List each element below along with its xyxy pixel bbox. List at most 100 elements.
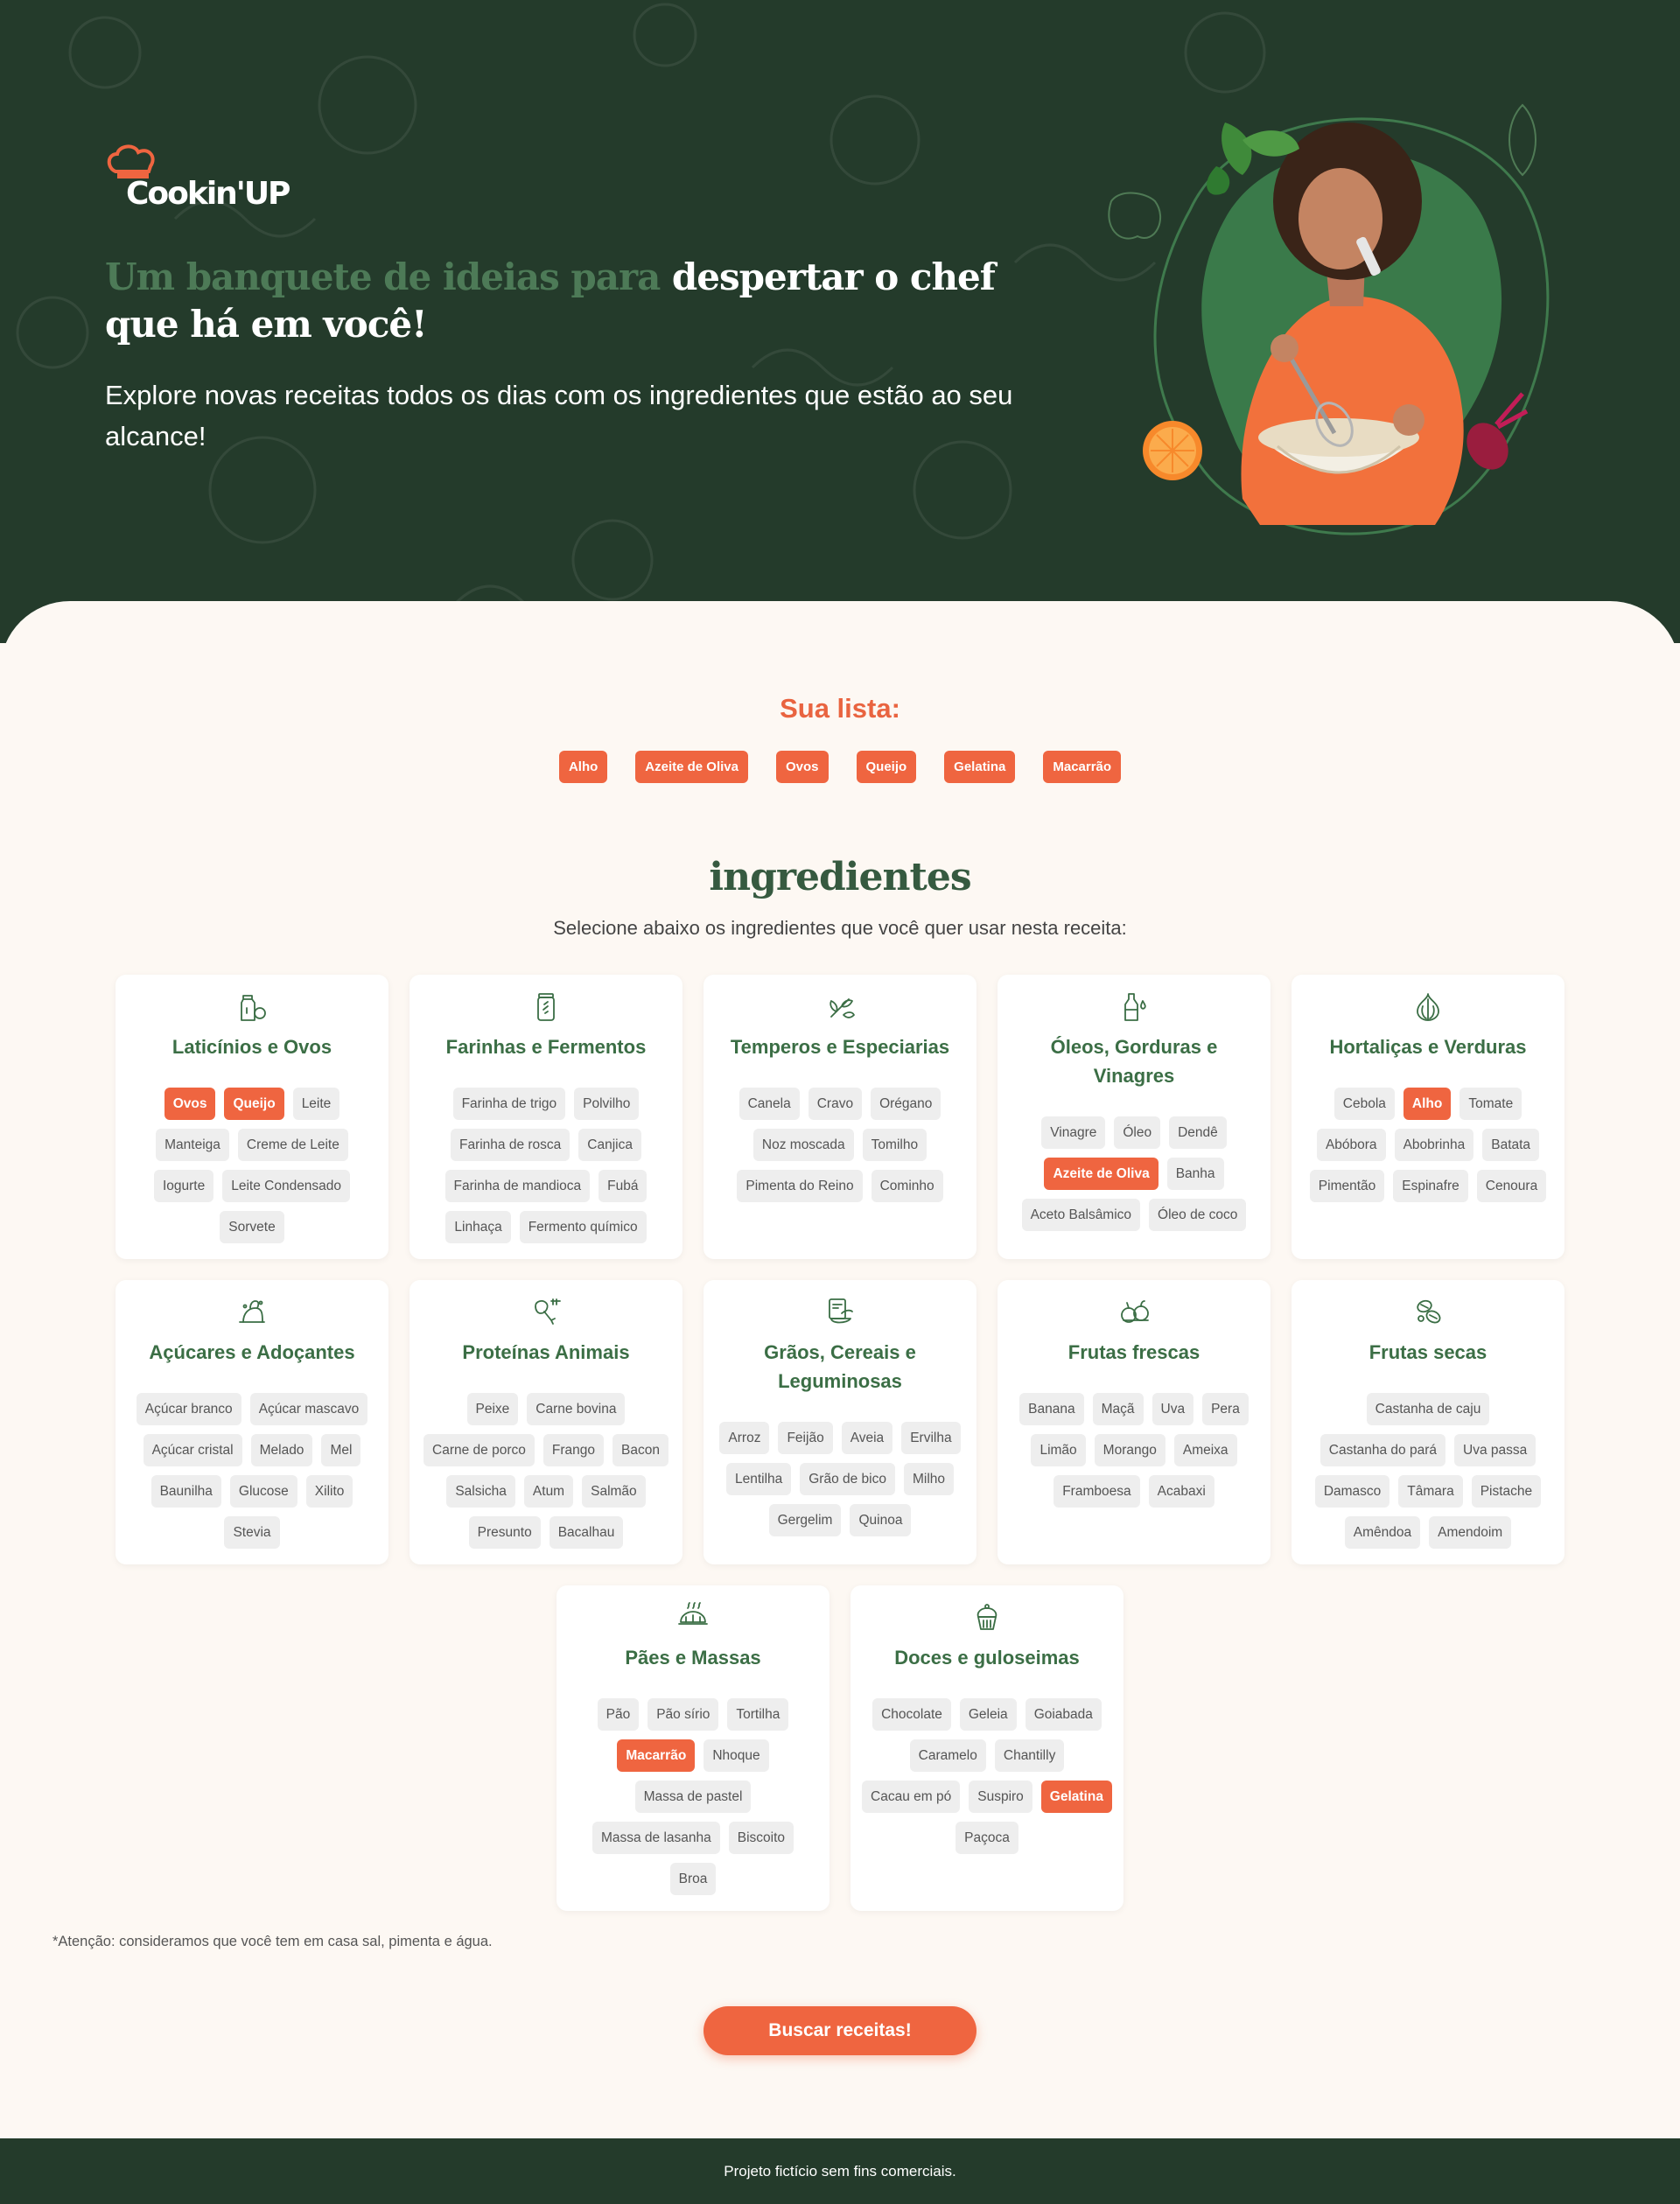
ingredient-chip[interactable]: Tortilha <box>727 1698 789 1731</box>
ingredient-chip[interactable]: Atum <box>523 1475 574 1508</box>
ingredient-chip[interactable]: Feijão <box>778 1422 833 1454</box>
ingredient-chip[interactable]: Grão de bico <box>800 1463 895 1495</box>
ingredient-chip[interactable]: Cenoura <box>1476 1170 1547 1202</box>
ingredient-chip[interactable]: Quinoa <box>850 1504 912 1536</box>
ingredient-chip[interactable]: Carne bovina <box>527 1393 626 1425</box>
ingredient-chip[interactable]: Amêndoa <box>1344 1516 1421 1549</box>
ingredient-chip[interactable]: Aveia <box>841 1422 893 1454</box>
ingredient-chip[interactable]: Dendê <box>1169 1116 1227 1149</box>
ingredient-chip[interactable]: Paçoca <box>956 1822 1018 1854</box>
ingredient-chip[interactable]: Banha <box>1166 1158 1224 1190</box>
logo[interactable]: Cookin'UP <box>105 142 290 212</box>
ingredient-chip[interactable]: Ovos <box>164 1088 216 1120</box>
ingredient-chip[interactable]: Farinha de trigo <box>452 1088 566 1120</box>
ingredient-chip[interactable]: Pão <box>597 1698 640 1731</box>
ingredient-chip[interactable]: Caramelo <box>909 1739 986 1772</box>
selected-ingredient-chip[interactable]: Alho <box>558 751 608 783</box>
selected-ingredient-chip[interactable]: Gelatina <box>944 751 1016 783</box>
ingredient-chip[interactable]: Abobrinha <box>1394 1129 1474 1161</box>
ingredient-chip[interactable]: Bacon <box>612 1434 668 1466</box>
ingredient-chip[interactable]: Cravo <box>808 1088 863 1120</box>
ingredient-chip[interactable]: Glucose <box>229 1475 298 1508</box>
ingredient-chip[interactable]: Cebola <box>1334 1088 1395 1120</box>
ingredient-chip[interactable]: Pera <box>1202 1393 1249 1425</box>
ingredient-chip[interactable]: Farinha de rosca <box>450 1129 570 1161</box>
ingredient-chip[interactable]: Espinafre <box>1393 1170 1468 1202</box>
ingredient-chip[interactable]: Nhoque <box>704 1739 769 1772</box>
selected-ingredient-chip[interactable]: Macarrão <box>1043 751 1122 783</box>
ingredient-chip[interactable]: Pão sírio <box>648 1698 719 1731</box>
ingredient-chip[interactable]: Suspiro <box>969 1781 1032 1813</box>
ingredient-chip[interactable]: Massa de pastel <box>634 1781 752 1813</box>
ingredient-chip[interactable]: Farinha de mandioca <box>444 1170 591 1202</box>
ingredient-chip[interactable]: Batata <box>1482 1129 1540 1161</box>
ingredient-chip[interactable]: Baunilha <box>150 1475 221 1508</box>
ingredient-chip[interactable]: Mel <box>321 1434 361 1466</box>
ingredient-chip[interactable]: Açúcar branco <box>136 1393 242 1425</box>
ingredient-chip[interactable]: Acabaxi <box>1148 1475 1214 1508</box>
ingredient-chip[interactable]: Tomilho <box>862 1129 928 1161</box>
ingredient-chip[interactable]: Bacalhau <box>549 1516 624 1549</box>
ingredient-chip[interactable]: Tâmara <box>1398 1475 1463 1508</box>
ingredient-chip[interactable]: Ervilha <box>901 1422 961 1454</box>
ingredient-chip[interactable]: Banana <box>1019 1393 1084 1425</box>
ingredient-chip[interactable]: Xilito <box>305 1475 354 1508</box>
ingredient-chip[interactable]: Biscoito <box>728 1822 794 1854</box>
ingredient-chip[interactable]: Aceto Balsâmico <box>1021 1199 1141 1231</box>
ingredient-chip[interactable]: Chocolate <box>872 1698 951 1731</box>
ingredient-chip[interactable]: Uva <box>1152 1393 1194 1425</box>
selected-ingredient-chip[interactable]: Ovos <box>775 751 829 783</box>
ingredient-chip[interactable]: Polvilho <box>574 1088 640 1120</box>
selected-ingredient-chip[interactable]: Queijo <box>856 751 917 783</box>
ingredient-chip[interactable]: Frango <box>542 1434 604 1466</box>
ingredient-chip[interactable]: Pistache <box>1471 1475 1542 1508</box>
ingredient-chip[interactable]: Fubá <box>598 1170 648 1202</box>
ingredient-chip[interactable]: Alho <box>1403 1088 1452 1120</box>
ingredient-chip[interactable]: Linhaça <box>445 1211 511 1243</box>
ingredient-chip[interactable]: Açúcar mascavo <box>249 1393 368 1425</box>
ingredient-chip[interactable]: Morango <box>1094 1434 1166 1466</box>
ingredient-chip[interactable]: Manteiga <box>156 1129 229 1161</box>
ingredient-chip[interactable]: Geleia <box>959 1698 1017 1731</box>
ingredient-chip[interactable]: Stevia <box>224 1516 280 1549</box>
ingredient-chip[interactable]: Damasco <box>1314 1475 1390 1508</box>
ingredient-chip[interactable]: Peixe <box>466 1393 519 1425</box>
ingredient-chip[interactable]: Açúcar cristal <box>143 1434 242 1466</box>
ingredient-chip[interactable]: Gergelim <box>768 1504 842 1536</box>
ingredient-chip[interactable]: Canjica <box>578 1129 641 1161</box>
ingredient-chip[interactable]: Maçã <box>1092 1393 1144 1425</box>
ingredient-chip[interactable]: Creme de Leite <box>237 1129 348 1161</box>
ingredient-chip[interactable]: Leite <box>292 1088 340 1120</box>
ingredient-chip[interactable]: Cacau em pó <box>862 1781 961 1813</box>
ingredient-chip[interactable]: Chantilly <box>994 1739 1065 1772</box>
ingredient-chip[interactable]: Massa de lasanha <box>592 1822 720 1854</box>
ingredient-chip[interactable]: Uva passa <box>1454 1434 1536 1466</box>
ingredient-chip[interactable]: Leite Condensado <box>222 1170 351 1202</box>
ingredient-chip[interactable]: Sorvete <box>220 1211 284 1243</box>
ingredient-chip[interactable]: Queijo <box>224 1088 284 1120</box>
ingredient-chip[interactable]: Castanha de caju <box>1366 1393 1490 1425</box>
ingredient-chip[interactable]: Cominho <box>871 1170 943 1202</box>
ingredient-chip[interactable]: Vinagre <box>1041 1116 1106 1149</box>
ingredient-chip[interactable]: Macarrão <box>617 1739 696 1772</box>
ingredient-chip[interactable]: Limão <box>1031 1434 1086 1466</box>
ingredient-chip[interactable]: Milho <box>904 1463 955 1495</box>
ingredient-chip[interactable]: Canela <box>738 1088 800 1120</box>
search-recipes-button[interactable]: Buscar receitas! <box>704 2006 976 2055</box>
ingredient-chip[interactable]: Ameixa <box>1173 1434 1237 1466</box>
ingredient-chip[interactable]: Pimentão <box>1309 1170 1385 1202</box>
ingredient-chip[interactable]: Pimenta do Reino <box>737 1170 863 1202</box>
ingredient-chip[interactable]: Iogurte <box>153 1170 214 1202</box>
ingredient-chip[interactable]: Abóbora <box>1316 1129 1386 1161</box>
ingredient-chip[interactable]: Orégano <box>871 1088 942 1120</box>
ingredient-chip[interactable]: Presunto <box>468 1516 541 1549</box>
ingredient-chip[interactable]: Tomate <box>1460 1088 1522 1120</box>
selected-ingredient-chip[interactable]: Azeite de Oliva <box>635 751 748 783</box>
ingredient-chip[interactable]: Salsicha <box>446 1475 515 1508</box>
ingredient-chip[interactable]: Framboesa <box>1054 1475 1140 1508</box>
ingredient-chip[interactable]: Carne de porco <box>424 1434 535 1466</box>
ingredient-chip[interactable]: Óleo de coco <box>1149 1199 1247 1231</box>
ingredient-chip[interactable]: Lentilha <box>725 1463 792 1495</box>
ingredient-chip[interactable]: Castanha do pará <box>1320 1434 1446 1466</box>
ingredient-chip[interactable]: Gelatina <box>1040 1781 1112 1813</box>
